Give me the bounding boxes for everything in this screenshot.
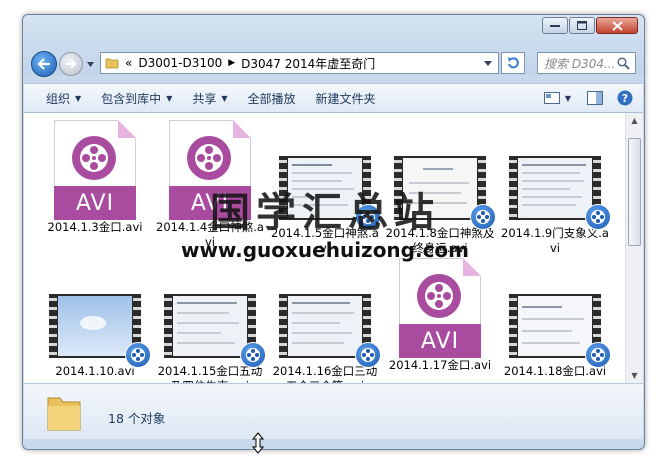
refresh-icon [508, 57, 519, 69]
include-in-library-button[interactable]: 包含到库中 ▼ [91, 84, 182, 112]
file-name: 2014.1.9门支象义.avi [501, 226, 609, 255]
chevron-down-icon: ▼ [564, 93, 571, 103]
file-item[interactable]: 2014.1.15金口五动及四位生克.avi [155, 294, 266, 383]
file-name: 2014.1.17金口.avi [388, 358, 492, 372]
close-icon [611, 20, 623, 31]
organize-label: 组织 [46, 91, 71, 106]
chevron-down-icon: ▼ [75, 93, 82, 103]
help-icon: ? [617, 90, 633, 106]
avi-file-icon: AVI [54, 120, 136, 220]
search-placeholder: 搜索 D304... [544, 56, 616, 71]
view-icon [543, 92, 560, 104]
avi-file-icon: AVI [399, 258, 481, 358]
video-thumbnail [49, 294, 151, 368]
address-history-chevron-icon[interactable] [484, 60, 492, 66]
file-item[interactable]: 2014.1.18金口.avi [500, 294, 611, 379]
preview-pane-icon [587, 91, 603, 105]
video-player-badge-icon [355, 342, 381, 368]
avi-label: AVI [399, 324, 481, 358]
change-view-button[interactable]: ▼ [538, 84, 577, 112]
scroll-up-icon[interactable]: ▲ [626, 112, 643, 128]
film-reel-icon [187, 136, 231, 180]
svg-text:?: ? [622, 92, 628, 105]
breadcrumb-label: D3047 2014年虚至奇门 [241, 56, 376, 71]
minimize-button[interactable] [542, 17, 568, 34]
share-label: 共享 [192, 91, 217, 106]
file-item[interactable]: AVI 2014.1.17金口.avi [385, 258, 495, 373]
file-item[interactable]: 2014.1.10.avi [40, 294, 151, 379]
film-reel-icon [417, 274, 461, 318]
avi-label: AVI [54, 186, 136, 220]
arrow-left-icon [37, 58, 50, 70]
watermark-title: 国学汇总站 [210, 190, 440, 236]
video-player-badge-icon [585, 204, 611, 230]
video-thumbnail [164, 294, 266, 368]
video-thumbnail [279, 294, 381, 368]
share-button[interactable]: 共享 ▼ [182, 84, 237, 112]
video-player-badge-icon [125, 342, 151, 368]
folder-icon [105, 58, 119, 69]
new-folder-button[interactable]: 新建文件夹 [306, 84, 386, 112]
maximize-button[interactable] [569, 17, 595, 34]
forward-button[interactable] [59, 52, 83, 76]
file-item[interactable]: 2014.1.9门支象义.avi [500, 156, 611, 256]
command-bar: 组织 ▼ 包含到库中 ▼ 共享 ▼ 全部播放 新建文件夹 ▼ ? [24, 83, 643, 113]
breadcrumb-label: D3001-D3100 [138, 56, 223, 70]
search-input[interactable]: 搜索 D304... [537, 52, 636, 74]
video-thumbnail [509, 156, 611, 230]
scrollbar-thumb[interactable] [628, 138, 641, 246]
chevron-down-icon: ▼ [166, 93, 173, 103]
preview-pane-button[interactable] [577, 84, 613, 112]
breadcrumb-item-d3047[interactable]: D3047 2014年虚至奇门 [241, 55, 375, 72]
chevron-down-icon [86, 61, 94, 67]
recent-pages-dropdown[interactable] [86, 60, 94, 68]
organize-button[interactable]: 组织 ▼ [24, 84, 91, 112]
arrow-right-icon [66, 59, 77, 69]
back-button[interactable] [31, 51, 57, 77]
breadcrumb-separator-icon[interactable]: ▶ [228, 58, 235, 68]
watermark: 国学汇总站 www.guoxuehuizong.com [160, 190, 490, 262]
chevron-down-icon: ▼ [221, 93, 228, 103]
scroll-down-icon[interactable]: ▼ [626, 367, 643, 383]
address-bar[interactable]: « D3001-D3100 ▶ D3047 2014年虚至奇门 [100, 52, 499, 74]
play-all-button[interactable]: 全部播放 [238, 84, 306, 112]
resize-cursor-icon [251, 432, 265, 458]
address-overflow-chevron[interactable]: « [125, 56, 132, 70]
vertical-scrollbar[interactable]: ▲ ▼ [625, 112, 643, 383]
window-controls [542, 17, 638, 34]
play-all-label: 全部播放 [247, 91, 296, 106]
film-reel-icon [72, 136, 116, 180]
breadcrumb-item-d3001[interactable]: D3001-D3100 [138, 56, 222, 70]
include-in-library-label: 包含到库中 [101, 91, 162, 106]
maximize-icon [577, 21, 587, 30]
file-name: 2014.1.3金口.avi [47, 220, 143, 234]
help-button[interactable]: ? [613, 84, 643, 112]
video-thumbnail [509, 294, 611, 368]
file-item[interactable]: 2014.1.16金口三动五合三合等.avi [270, 294, 381, 383]
refresh-button[interactable] [501, 52, 525, 74]
video-player-badge-icon [240, 342, 266, 368]
close-button[interactable] [596, 17, 638, 34]
search-icon [617, 56, 630, 70]
new-folder-label: 新建文件夹 [315, 91, 376, 106]
file-item[interactable]: AVI 2014.1.3金口.avi [40, 120, 150, 235]
item-count: 18 个对象 [108, 411, 166, 426]
details-pane: 18 个对象 [24, 383, 643, 439]
navigation-buttons [31, 51, 94, 77]
watermark-url: www.guoxuehuizong.com [180, 238, 470, 262]
minimize-icon [550, 24, 560, 27]
folder-icon [46, 392, 82, 436]
video-player-badge-icon [585, 342, 611, 368]
